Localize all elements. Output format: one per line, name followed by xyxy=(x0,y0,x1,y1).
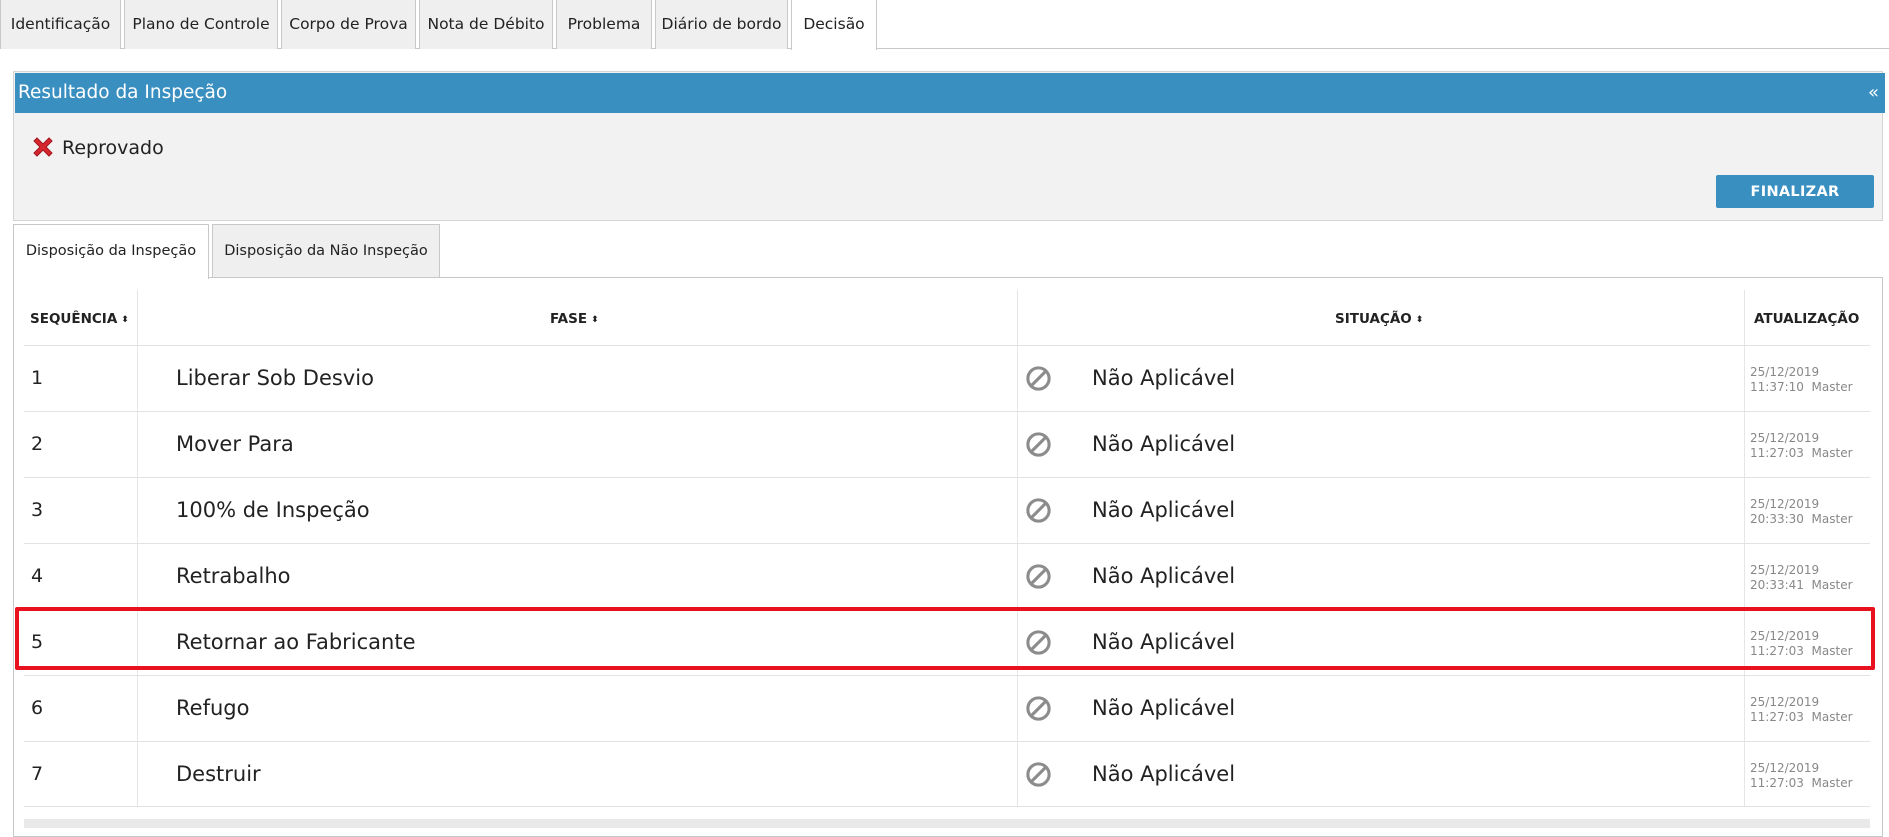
cell-atualizacao: 25/12/2019 11:27:03 Master xyxy=(1750,695,1853,725)
cell-atualizacao: 25/12/2019 11:37:10 Master xyxy=(1750,365,1853,395)
cell-situacao: Não Aplicável xyxy=(1092,630,1236,654)
update-time: 11:27:03 xyxy=(1750,710,1804,724)
cell-sequencia: 6 xyxy=(31,697,44,719)
result-label: Reprovado xyxy=(62,137,164,159)
table-row[interactable]: 1 Liberar Sob Desvio Não Aplicável 25/12… xyxy=(24,345,1870,411)
cell-situacao: Não Aplicável xyxy=(1092,366,1236,390)
update-time: 20:33:30 xyxy=(1750,512,1804,526)
update-time: 11:27:03 xyxy=(1750,446,1804,460)
update-date: 25/12/2019 xyxy=(1750,431,1820,445)
block-icon xyxy=(1026,564,1051,589)
header-atualizacao: ATUALIZAÇÃO xyxy=(1754,294,1859,344)
cell-atualizacao: 25/12/2019 11:27:03 Master xyxy=(1750,629,1853,659)
cell-sequencia: 4 xyxy=(31,565,44,587)
tab-plano-de-controle[interactable]: Plano de Controle xyxy=(124,0,278,49)
cell-fase: Refugo xyxy=(176,696,250,720)
cell-fase: Retornar ao Fabricante xyxy=(176,630,416,654)
update-user: Master xyxy=(1811,446,1853,460)
update-user: Master xyxy=(1811,776,1853,790)
update-date: 25/12/2019 xyxy=(1750,365,1820,379)
block-icon xyxy=(1026,432,1051,457)
update-user: Master xyxy=(1811,512,1853,526)
tab-corpo-de-prova[interactable]: Corpo de Prova xyxy=(281,0,416,49)
block-icon xyxy=(1026,630,1051,655)
update-time: 11:27:03 xyxy=(1750,644,1804,658)
cell-sequencia: 2 xyxy=(31,433,44,455)
header-situacao[interactable]: SITUAÇÃO ⬍ xyxy=(1335,294,1423,344)
update-user: Master xyxy=(1811,380,1853,394)
sort-icon[interactable]: ⬍ xyxy=(121,315,129,325)
update-date: 25/12/2019 xyxy=(1750,629,1820,643)
update-time: 20:33:41 xyxy=(1750,578,1804,592)
block-icon xyxy=(1026,366,1051,391)
panel-title: Resultado da Inspeção xyxy=(18,82,228,103)
update-time: 11:37:10 xyxy=(1750,380,1804,394)
header-label: SITUAÇÃO xyxy=(1335,311,1412,327)
panel-header: Resultado da Inspeção « xyxy=(15,73,1885,113)
sort-icon[interactable]: ⬍ xyxy=(1416,315,1424,325)
x-icon xyxy=(33,137,53,157)
update-user: Master xyxy=(1811,710,1853,724)
block-icon xyxy=(1026,498,1051,523)
table-row[interactable]: 6 Refugo Não Aplicável 25/12/2019 11:27:0… xyxy=(24,675,1870,741)
update-user: Master xyxy=(1811,578,1853,592)
update-time: 11:27:03 xyxy=(1750,776,1804,790)
cell-atualizacao: 25/12/2019 20:33:41 Master xyxy=(1750,563,1853,593)
sort-icon[interactable]: ⬍ xyxy=(591,315,599,325)
header-fase[interactable]: FASE ⬍ xyxy=(550,294,599,344)
update-date: 25/12/2019 xyxy=(1750,563,1820,577)
cell-situacao: Não Aplicável xyxy=(1092,564,1236,588)
cell-fase: Destruir xyxy=(176,762,261,786)
tab-disposicao-inspecao[interactable]: Disposição da Inspeção xyxy=(13,224,209,279)
cell-situacao: Não Aplicável xyxy=(1092,762,1236,786)
tab-problema[interactable]: Problema xyxy=(556,0,652,49)
header-label: FASE xyxy=(550,311,588,327)
cell-fase: 100% de Inspeção xyxy=(176,498,370,522)
table-row[interactable]: 5 Retornar ao Fabricante Não Aplicável 2… xyxy=(24,609,1870,675)
cell-sequencia: 5 xyxy=(31,631,44,653)
cell-atualizacao: 25/12/2019 11:27:03 Master xyxy=(1750,431,1853,461)
tab-decisao[interactable]: Decisão xyxy=(791,0,877,50)
update-date: 25/12/2019 xyxy=(1750,497,1820,511)
tab-disposicao-nao-inspecao[interactable]: Disposição da Não Inspeção xyxy=(212,224,440,277)
cell-sequencia: 1 xyxy=(31,367,44,389)
header-label: ATUALIZAÇÃO xyxy=(1754,311,1860,327)
update-user: Master xyxy=(1811,644,1853,658)
top-tab-bar: Identificação Plano de Controle Corpo de… xyxy=(0,0,1889,50)
cell-situacao: Não Aplicável xyxy=(1092,432,1236,456)
header-sequencia[interactable]: SEQUÊNCIA ⬍ xyxy=(30,294,129,344)
tab-nota-de-debito[interactable]: Nota de Débito xyxy=(419,0,553,49)
cell-atualizacao: 25/12/2019 11:27:03 Master xyxy=(1750,761,1853,791)
table-row[interactable]: 4 Retrabalho Não Aplicável 25/12/2019 20:… xyxy=(24,543,1870,609)
update-date: 25/12/2019 xyxy=(1750,761,1820,775)
horizontal-scrollbar[interactable] xyxy=(24,819,1870,828)
table-row[interactable]: 7 Destruir Não Aplicável 25/12/2019 11:27… xyxy=(24,741,1870,807)
block-icon xyxy=(1026,696,1051,721)
cell-sequencia: 7 xyxy=(31,763,44,785)
block-icon xyxy=(1026,762,1051,787)
tab-identificacao[interactable]: Identificação xyxy=(0,0,121,49)
cell-fase: Retrabalho xyxy=(176,564,291,588)
tab-diario-de-bordo[interactable]: Diário de bordo xyxy=(655,0,788,49)
cell-situacao: Não Aplicável xyxy=(1092,498,1236,522)
table-row[interactable]: 2 Mover Para Não Aplicável 25/12/2019 11:… xyxy=(24,411,1870,477)
table-row[interactable]: 3 100% de Inspeção Não Aplicável 25/12/2… xyxy=(24,477,1870,543)
header-label: SEQUÊNCIA xyxy=(30,311,118,327)
cell-atualizacao: 25/12/2019 20:33:30 Master xyxy=(1750,497,1853,527)
double-chevron-left-icon[interactable]: « xyxy=(1868,73,1879,113)
finalize-button[interactable]: FINALIZAR xyxy=(1716,175,1874,208)
update-date: 25/12/2019 xyxy=(1750,695,1820,709)
cell-fase: Liberar Sob Desvio xyxy=(176,366,374,390)
cell-sequencia: 3 xyxy=(31,499,44,521)
cell-fase: Mover Para xyxy=(176,432,294,456)
cell-situacao: Não Aplicável xyxy=(1092,696,1236,720)
